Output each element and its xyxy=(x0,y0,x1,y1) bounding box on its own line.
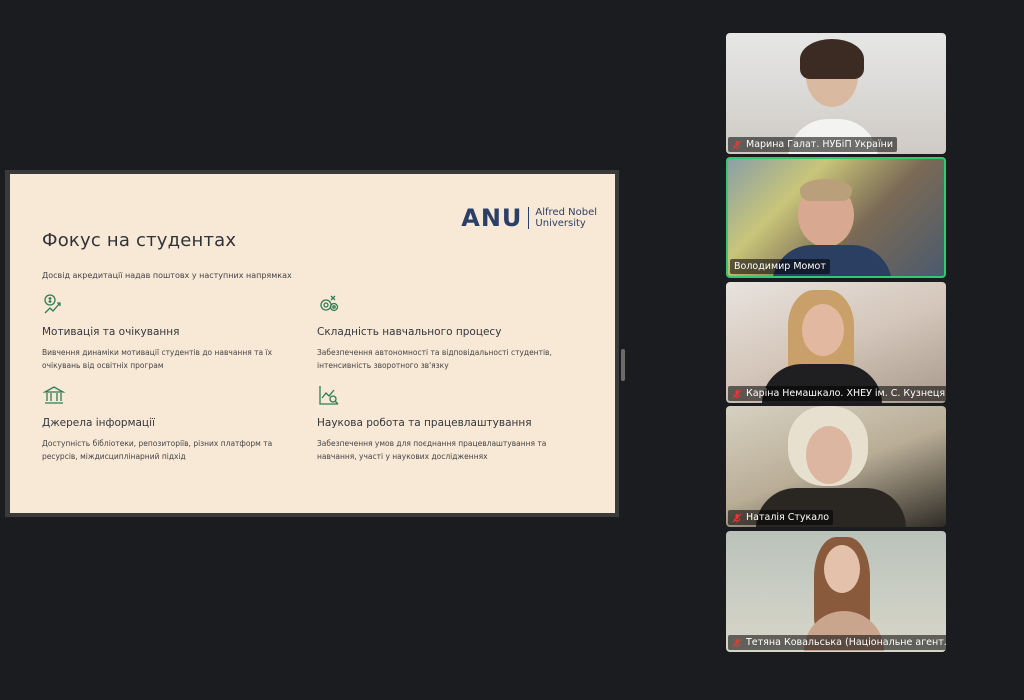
slide-title: Фокус на студентах xyxy=(42,230,237,251)
logo-mark: ANU xyxy=(461,204,523,232)
focus-block-information: Джерела інформації Доступність бібліотек… xyxy=(42,383,292,463)
block-title: Складність навчального процесу xyxy=(317,326,502,338)
logo-line-2: University xyxy=(535,218,586,229)
panel-resize-handle[interactable] xyxy=(621,349,625,381)
logo-line-1: Alfred Nobel xyxy=(535,207,597,218)
bank-building-icon xyxy=(42,386,66,404)
focus-block-motivation: Мотивація та очікування Вивчення динамік… xyxy=(42,292,292,372)
focus-block-research: Наукова робота та працевлаштування Забез… xyxy=(317,383,567,463)
participant-name: Тетяна Ковальська (Національне агент... xyxy=(746,637,946,648)
participant-tile[interactable]: Тетяна Ковальська (Національне агент... xyxy=(726,531,946,652)
mic-muted-icon xyxy=(732,140,742,149)
slide-subtitle: Досвід акредитації надав поштовх у насту… xyxy=(42,271,292,280)
block-description: Доступність бібліотеки, репозиторіїв, рі… xyxy=(42,439,273,461)
participant-name: Марина Галат. НУБіП України xyxy=(746,139,894,150)
participant-name-tag: Марина Галат. НУБіП України xyxy=(728,137,898,152)
mic-muted-icon xyxy=(732,638,742,647)
focus-block-complexity: Складність навчального процесу Забезпече… xyxy=(317,292,567,372)
block-title: Мотивація та очікування xyxy=(42,326,180,338)
block-title: Джерела інформації xyxy=(42,417,155,429)
participant-tile-active-speaker[interactable]: Володимир Момот xyxy=(726,157,946,278)
logo-separator xyxy=(528,207,530,229)
participant-tile[interactable]: Наталія Стукало xyxy=(726,406,946,527)
block-title: Наукова робота та працевлаштування xyxy=(317,417,532,429)
block-description: Вивчення динаміки мотивації студентів до… xyxy=(42,348,273,370)
money-growth-icon xyxy=(44,294,61,314)
participant-name-tag: Тетяна Ковальська (Національне агент... xyxy=(728,635,946,650)
participant-name: Каріна Немашкало. ХНЕУ ім. С. Кузнеця xyxy=(746,388,946,399)
participant-name-tag: Каріна Немашкало. ХНЕУ ім. С. Кузнеця xyxy=(728,386,946,401)
participant-name: Володимир Момот xyxy=(734,261,826,272)
gears-icon xyxy=(320,295,339,312)
chart-search-icon xyxy=(319,386,339,405)
shared-slide: ANU Alfred Nobel University Фокус на сту… xyxy=(10,174,615,513)
participant-name-tag: Наталія Стукало xyxy=(728,510,833,525)
participant-name: Наталія Стукало xyxy=(746,512,829,523)
participant-name-tag: Володимир Момот xyxy=(730,259,830,274)
mic-muted-icon xyxy=(732,389,742,398)
mic-muted-icon xyxy=(732,513,742,522)
block-description: Забезпечення автономності та відповідаль… xyxy=(317,348,552,370)
block-description: Забезпечення умов для поєднання працевла… xyxy=(317,439,547,461)
participant-tile[interactable]: Каріна Немашкало. ХНЕУ ім. С. Кузнеця xyxy=(726,282,946,403)
logo-text: Alfred Nobel University xyxy=(535,207,597,229)
university-logo: ANU Alfred Nobel University xyxy=(461,204,597,232)
participant-tile[interactable]: Марина Галат. НУБіП України xyxy=(726,33,946,154)
